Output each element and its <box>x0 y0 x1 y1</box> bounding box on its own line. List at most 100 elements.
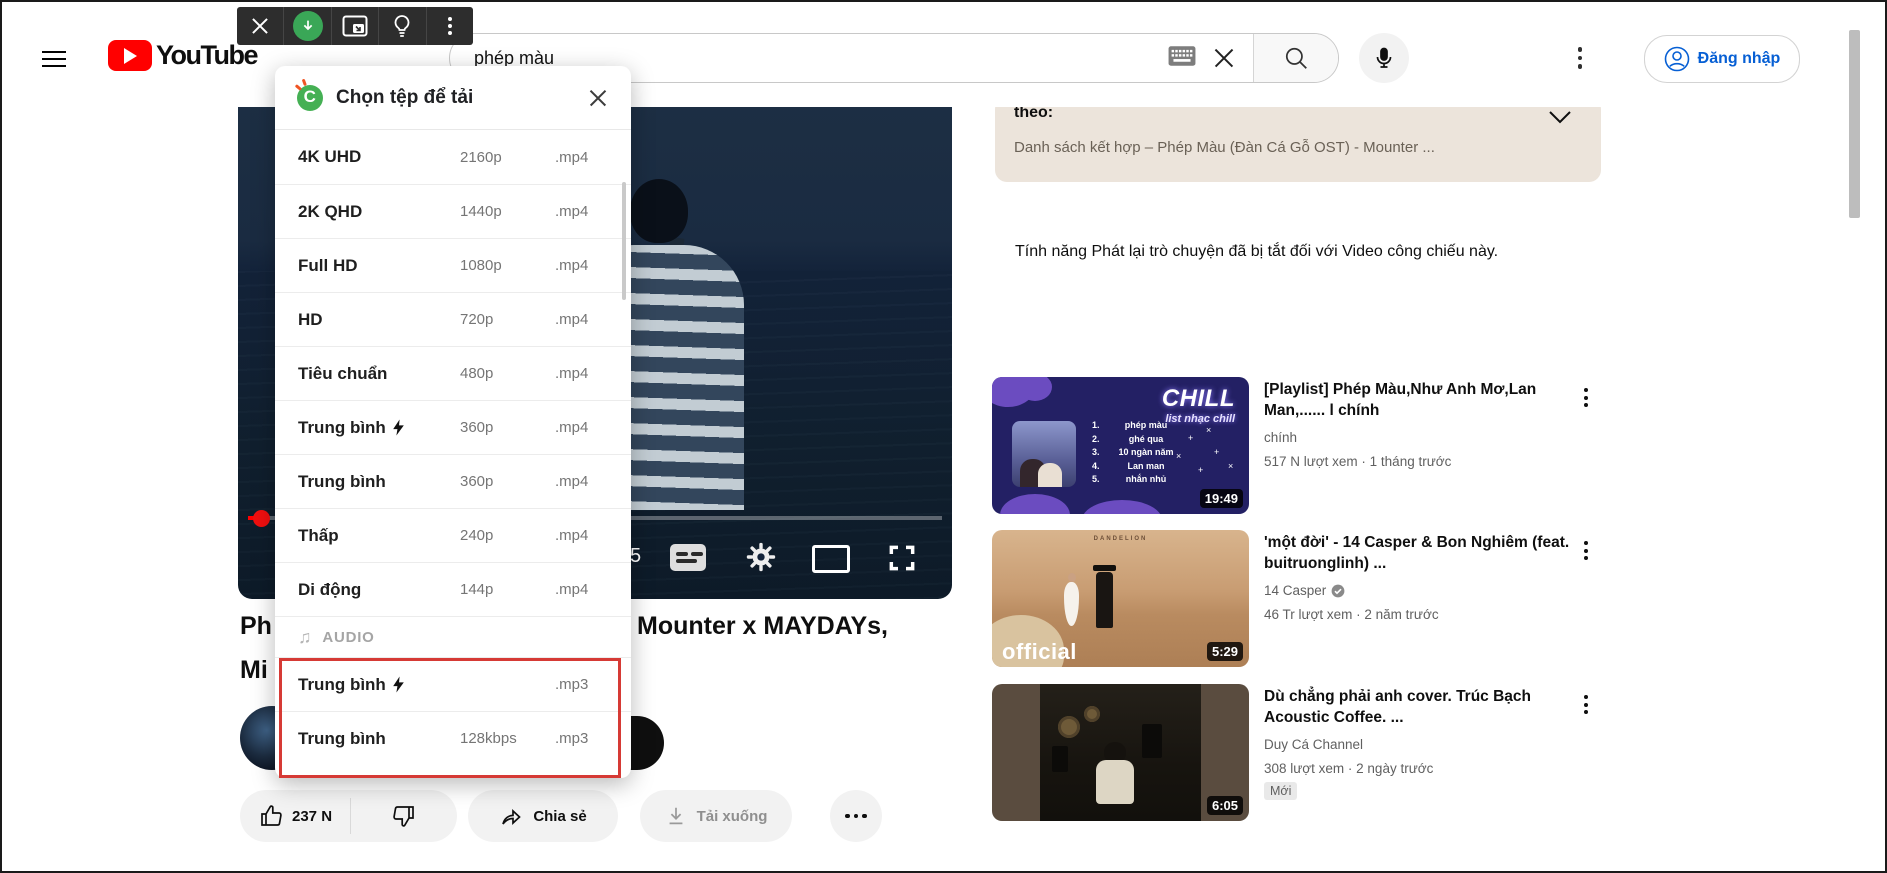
popup-close-icon[interactable] <box>587 87 609 109</box>
extension-toolbar <box>237 7 473 45</box>
audio-highlight-box <box>279 658 621 778</box>
suggested-video-title[interactable]: [Playlist] Phép Màu,Như Anh Mơ,Lan Man,.… <box>1264 379 1576 421</box>
thumb-overlay-text: official <box>1002 639 1077 665</box>
fullscreen-icon[interactable] <box>886 542 918 579</box>
video-title-fragment: Mi <box>240 656 268 685</box>
verified-badge-icon <box>1331 584 1345 598</box>
suggested-video-meta: 46 Tr lượt xem · 2 năm trước <box>1264 605 1439 624</box>
video-options-kebab[interactable] <box>1584 692 1588 718</box>
sign-in-button[interactable]: Đăng nhập <box>1644 35 1800 83</box>
suggested-video-row[interactable]: DANDELION official 5:29 'một đời' - 14 C… <box>992 530 1602 667</box>
like-button[interactable]: 237 N <box>240 804 332 828</box>
lightbulb-icon <box>392 14 412 38</box>
suggested-video-meta: 517 N lượt xem · 1 tháng trước <box>1264 452 1451 471</box>
chevron-down-icon[interactable] <box>1547 109 1573 130</box>
time-display: 5 <box>630 545 641 568</box>
video-thumbnail[interactable]: 6:05 <box>992 684 1249 821</box>
more-icon <box>845 814 850 819</box>
video-thumbnail[interactable]: DANDELION official 5:29 <box>992 530 1249 667</box>
miniplayer-icon[interactable] <box>812 545 850 573</box>
close-icon <box>250 16 270 36</box>
new-badge: Mới <box>1264 782 1297 800</box>
suggested-video-channel[interactable]: Duy Cá Channel <box>1264 735 1363 754</box>
chat-replay-notice: Tính năng Phát lại trò chuyện đã bị tắt … <box>1015 239 1505 265</box>
more-actions-button[interactable] <box>830 790 882 842</box>
music-note-icon: ♫ <box>298 627 312 648</box>
duration-badge: 19:49 <box>1200 489 1243 508</box>
hamburger-menu[interactable] <box>42 46 66 72</box>
video-options-kebab[interactable] <box>1584 385 1588 411</box>
audio-section-header: ♫ AUDIO <box>275 616 631 657</box>
quality-row-medium-fast[interactable]: Trung bình 360p .mp4 <box>275 400 631 454</box>
playhead-dot[interactable] <box>253 510 270 527</box>
youtube-play-icon <box>108 40 152 71</box>
thumb-brand: DANDELION <box>992 536 1249 542</box>
video-title-fragment: Ph <box>240 612 272 641</box>
share-icon <box>499 804 523 828</box>
toolbar-kebab-menu[interactable] <box>427 7 473 45</box>
duration-badge: 5:29 <box>1207 642 1243 661</box>
pip-icon <box>342 15 368 37</box>
like-dislike-pill: 237 N <box>240 790 457 842</box>
suggested-video-channel[interactable]: chính <box>1264 428 1297 447</box>
download-icon <box>665 805 687 827</box>
clear-search-icon[interactable] <box>1211 45 1237 71</box>
popup-scrollbar-thumb[interactable] <box>622 182 626 300</box>
like-count: 237 N <box>292 808 332 825</box>
thumb-heading: CHILL <box>1162 385 1235 413</box>
suggested-video-title[interactable]: Dù chẳng phải anh cover. Trúc Bạch Acous… <box>1264 686 1576 728</box>
track-list: 1.phép màu 2.ghé qua 3.10 ngàn năm 4.Lan… <box>1092 419 1182 487</box>
flash-icon <box>392 419 405 436</box>
quality-row-sd[interactable]: Tiêu chuẩn 480p .mp4 <box>275 346 631 400</box>
toolbar-tips-button[interactable] <box>379 7 426 45</box>
youtube-logo[interactable]: YouTube <box>108 40 257 71</box>
suggested-video-channel[interactable]: 14 Casper <box>1264 581 1326 600</box>
playlist-panel[interactable]: theo: Hẹn Em Ở Lần Yêu Thứ 2 - Nguyenn x… <box>995 97 1601 182</box>
share-label: Chia sẻ <box>533 808 586 825</box>
toolbar-download-button[interactable] <box>284 7 331 45</box>
suggested-video-row[interactable]: CHILL list nhạc chill 1.phép màu 2.ghé q… <box>992 377 1602 514</box>
search-button[interactable] <box>1253 34 1338 82</box>
download-label: Tải xuống <box>697 808 768 825</box>
microphone-icon <box>1372 46 1396 70</box>
share-button[interactable]: Chia sẻ <box>468 790 618 842</box>
keyboard-icon[interactable] <box>1167 45 1197 72</box>
video-title-fragment: Mounter x MAYDAYs, <box>637 612 888 641</box>
video-options-kebab[interactable] <box>1584 538 1588 564</box>
popup-title: Chọn tệp để tải <box>336 87 587 109</box>
sign-in-label: Đăng nhập <box>1698 50 1781 68</box>
quality-row-medium[interactable]: Trung bình 360p .mp4 <box>275 454 631 508</box>
download-circle-icon <box>293 11 323 41</box>
youtube-page: 5 Ph Mounter x MAYDAYs, Mi 237 N Chia sẻ… <box>0 0 1887 873</box>
person-silhouette <box>630 179 688 243</box>
download-button[interactable]: Tải xuống <box>640 790 792 842</box>
quality-row-hd[interactable]: HD 720p .mp4 <box>275 292 631 346</box>
thumbs-up-icon <box>259 804 283 828</box>
suggested-video-title[interactable]: 'một đời' - 14 Casper & Bon Nghiêm (feat… <box>1264 532 1576 574</box>
settings-icon[interactable] <box>744 540 778 579</box>
toolbar-pip-button[interactable] <box>332 7 379 45</box>
popup-header: Chọn tệp để tải <box>275 66 631 130</box>
quality-row-low[interactable]: Thấp 240p .mp4 <box>275 508 631 562</box>
voice-search-button[interactable] <box>1359 33 1409 83</box>
suggested-video-row[interactable]: 6:05 Dù chẳng phải anh cover. Trúc Bạch … <box>992 684 1602 821</box>
toolbar-close-button[interactable] <box>237 7 284 45</box>
account-icon <box>1664 46 1690 72</box>
singer-figure <box>1104 742 1126 762</box>
quality-row-fullhd[interactable]: Full HD 1080p .mp4 <box>275 238 631 292</box>
duration-badge: 6:05 <box>1207 796 1243 815</box>
bride-figure <box>1064 582 1079 626</box>
page-scrollbar-thumb[interactable] <box>1849 30 1860 218</box>
header-kebab-menu[interactable] <box>1575 43 1585 73</box>
album-art <box>1012 421 1076 487</box>
video-thumbnail[interactable]: CHILL list nhạc chill 1.phép màu 2.ghé q… <box>992 377 1249 514</box>
quality-row-4k[interactable]: 4K UHD 2160p .mp4 <box>275 130 631 184</box>
dislike-button[interactable] <box>351 804 457 828</box>
thumbs-down-icon <box>392 804 416 828</box>
captions-icon[interactable] <box>670 544 706 571</box>
playlist-name: Danh sách kết hợp – Phép Màu (Đàn Cá Gỗ … <box>1014 139 1554 156</box>
quality-row-2k[interactable]: 2K QHD 1440p .mp4 <box>275 184 631 238</box>
groom-figure <box>1096 572 1113 628</box>
quality-row-mobile[interactable]: Di động 144p .mp4 <box>275 562 631 616</box>
suggested-video-meta: 308 lượt xem · 2 ngày trước <box>1264 759 1433 778</box>
